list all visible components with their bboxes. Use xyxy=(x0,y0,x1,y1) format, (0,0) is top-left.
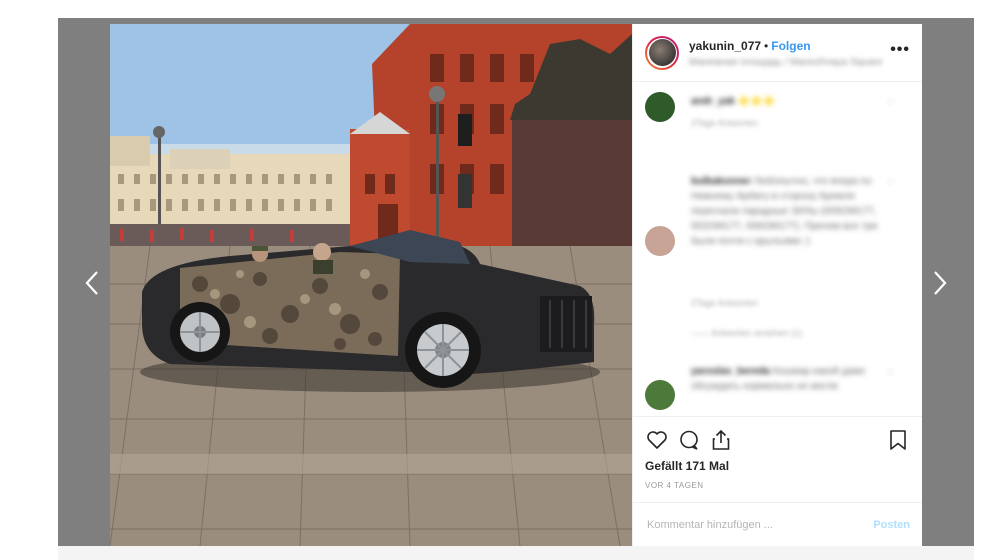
location-link[interactable]: Манежная площадь / Manezhnaya Square xyxy=(689,57,882,69)
comment-text: andr_yak ⭐⭐⭐ xyxy=(691,94,881,109)
post-sidebar: yakunin_077 • Folgen Манежная площадь / Ma… xyxy=(632,24,922,546)
post-comment-button[interactable]: Posten xyxy=(873,519,910,531)
more-options-icon[interactable]: ••• xyxy=(890,41,910,59)
comment-avatar[interactable] xyxy=(645,92,675,122)
avatar-image xyxy=(648,39,676,66)
comment-meta[interactable]: 2Tage Antworten xyxy=(691,298,758,308)
post-modal: yakunin_077 • Folgen Манежная площадь / Ma… xyxy=(110,24,922,546)
comments-list[interactable]: andr_yak ⭐⭐⭐ 2Tage Antworten ♡ bulbakonn… xyxy=(633,82,922,416)
add-comment-bar: Posten xyxy=(633,502,922,546)
post-photo[interactable] xyxy=(110,24,632,546)
like-heart-icon[interactable] xyxy=(645,428,669,452)
prev-post-arrow-icon[interactable] xyxy=(80,270,104,302)
comment-item: yaroslav_bereda Кошмар какой даже обсужд… xyxy=(645,360,910,416)
comment-bubble-icon[interactable] xyxy=(677,428,701,452)
bookmark-icon[interactable] xyxy=(886,428,910,452)
photo-scene xyxy=(110,24,632,546)
comment-like-heart-icon[interactable]: ♡ xyxy=(886,178,896,189)
comment-body: ⭐⭐⭐ xyxy=(737,96,776,107)
username-link[interactable]: yakunin_077 xyxy=(689,39,761,53)
comment-author[interactable]: bulbakonner xyxy=(691,176,751,187)
post-timestamp[interactable]: VOR 4 TAGEN xyxy=(645,481,910,490)
comment-item: andr_yak ⭐⭐⭐ 2Tage Antworten ♡ xyxy=(645,88,910,148)
comment-like-heart-icon[interactable]: ♡ xyxy=(886,368,896,379)
avatar[interactable] xyxy=(645,35,679,70)
comment-author[interactable]: andr_yak xyxy=(691,96,735,107)
comment-meta[interactable]: 2Tage Antworten xyxy=(691,118,758,128)
comment-text: yaroslav_bereda Кошмар какой даже обсужд… xyxy=(691,364,881,394)
comment-text: bulbakonner Любопытно, что вчера по Нижн… xyxy=(691,174,881,249)
likes-count[interactable]: Gefällt 171 Mal xyxy=(645,459,910,473)
comment-item: bulbakonner Любопытно, что вчера по Нижн… xyxy=(645,170,910,340)
comment-avatar[interactable] xyxy=(645,380,675,410)
comment-like-heart-icon[interactable]: ♡ xyxy=(886,98,896,109)
comment-input[interactable] xyxy=(645,517,874,532)
page-bottom-strip xyxy=(58,546,974,560)
post-header: yakunin_077 • Folgen Манежная площадь / Ma… xyxy=(633,24,922,82)
separator-dot: • xyxy=(764,38,769,53)
comment-avatar[interactable] xyxy=(645,226,675,256)
header-text: yakunin_077 • Folgen Манежная площадь / Ma… xyxy=(689,36,882,69)
follow-button[interactable]: Folgen xyxy=(771,39,810,53)
next-post-arrow-icon[interactable] xyxy=(928,270,952,302)
action-icons xyxy=(645,427,910,453)
comment-author[interactable]: yaroslav_bereda xyxy=(691,366,770,377)
view-replies-link[interactable]: —— Antworten ansehen (1) xyxy=(691,328,802,338)
share-icon[interactable] xyxy=(709,428,733,452)
